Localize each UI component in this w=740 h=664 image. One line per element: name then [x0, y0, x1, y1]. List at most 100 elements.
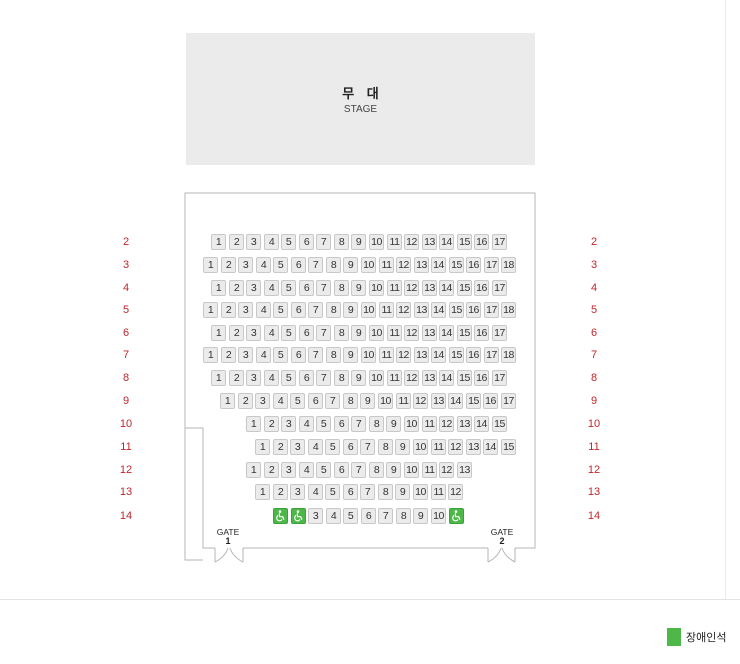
seat-row8-5[interactable]: 5: [281, 370, 296, 386]
seat-row3-18[interactable]: 18: [501, 257, 516, 273]
seat-row4-7[interactable]: 7: [316, 280, 331, 296]
seat-row9-14[interactable]: 14: [448, 393, 463, 409]
seat-row6-7[interactable]: 7: [316, 325, 331, 341]
seat-row5-18[interactable]: 18: [501, 302, 516, 318]
seat-row14-4[interactable]: 4: [326, 508, 341, 524]
seat-row4-9[interactable]: 9: [351, 280, 366, 296]
seat-row13-6[interactable]: 6: [343, 484, 358, 500]
seat-row12-8[interactable]: 8: [369, 462, 384, 478]
seat-row8-16[interactable]: 16: [474, 370, 489, 386]
seat-row8-6[interactable]: 6: [299, 370, 314, 386]
seat-row4-13[interactable]: 13: [422, 280, 437, 296]
seat-row5-7[interactable]: 7: [308, 302, 323, 318]
seat-row3-16[interactable]: 16: [466, 257, 481, 273]
seat-row2-1[interactable]: 1: [211, 234, 226, 250]
seat-row11-14[interactable]: 14: [483, 439, 498, 455]
seat-row10-5[interactable]: 5: [316, 416, 331, 432]
seat-row10-15[interactable]: 15: [492, 416, 507, 432]
seat-row2-16[interactable]: 16: [474, 234, 489, 250]
seat-row3-1[interactable]: 1: [203, 257, 218, 273]
seat-row2-9[interactable]: 9: [351, 234, 366, 250]
seat-row3-13[interactable]: 13: [414, 257, 429, 273]
seat-row12-4[interactable]: 4: [299, 462, 314, 478]
seat-row2-10[interactable]: 10: [369, 234, 384, 250]
seat-row4-10[interactable]: 10: [369, 280, 384, 296]
seat-row4-11[interactable]: 11: [387, 280, 402, 296]
seat-row3-4[interactable]: 4: [256, 257, 271, 273]
seat-row7-6[interactable]: 6: [291, 347, 306, 363]
seat-row13-7[interactable]: 7: [360, 484, 375, 500]
seat-row11-4[interactable]: 4: [308, 439, 323, 455]
seat-row11-2[interactable]: 2: [273, 439, 288, 455]
seat-row5-13[interactable]: 13: [414, 302, 429, 318]
seat-row7-15[interactable]: 15: [449, 347, 464, 363]
seat-row6-16[interactable]: 16: [474, 325, 489, 341]
seat-row13-4[interactable]: 4: [308, 484, 323, 500]
seat-row6-15[interactable]: 15: [457, 325, 472, 341]
seat-row13-2[interactable]: 2: [273, 484, 288, 500]
seat-row12-5[interactable]: 5: [316, 462, 331, 478]
seat-row5-15[interactable]: 15: [449, 302, 464, 318]
seat-row7-11[interactable]: 11: [379, 347, 394, 363]
seat-row7-1[interactable]: 1: [203, 347, 218, 363]
seat-row5-16[interactable]: 16: [466, 302, 481, 318]
seat-row2-15[interactable]: 15: [457, 234, 472, 250]
seat-row6-4[interactable]: 4: [264, 325, 279, 341]
seat-row10-2[interactable]: 2: [264, 416, 279, 432]
seat-row3-17[interactable]: 17: [484, 257, 499, 273]
seat-row8-8[interactable]: 8: [334, 370, 349, 386]
seat-row5-14[interactable]: 14: [431, 302, 446, 318]
seat-row3-9[interactable]: 9: [343, 257, 358, 273]
seat-row10-4[interactable]: 4: [299, 416, 314, 432]
seat-row2-17[interactable]: 17: [492, 234, 507, 250]
seat-row13-10[interactable]: 10: [413, 484, 428, 500]
seat-row13-5[interactable]: 5: [325, 484, 340, 500]
seat-row3-7[interactable]: 7: [308, 257, 323, 273]
seat-row4-1[interactable]: 1: [211, 280, 226, 296]
seat-row9-15[interactable]: 15: [466, 393, 481, 409]
seat-row12-6[interactable]: 6: [334, 462, 349, 478]
seat-row4-5[interactable]: 5: [281, 280, 296, 296]
seat-row4-2[interactable]: 2: [229, 280, 244, 296]
seat-row4-17[interactable]: 17: [492, 280, 507, 296]
seat-row14-8[interactable]: 8: [396, 508, 411, 524]
seat-row12-13[interactable]: 13: [457, 462, 472, 478]
seat-row7-16[interactable]: 16: [466, 347, 481, 363]
seat-row4-8[interactable]: 8: [334, 280, 349, 296]
seat-row6-13[interactable]: 13: [422, 325, 437, 341]
seat-row9-13[interactable]: 13: [431, 393, 446, 409]
seat-row6-5[interactable]: 5: [281, 325, 296, 341]
seat-row9-10[interactable]: 10: [378, 393, 393, 409]
seat-row6-8[interactable]: 8: [334, 325, 349, 341]
seat-row8-17[interactable]: 17: [492, 370, 507, 386]
seat-row14-7[interactable]: 7: [378, 508, 393, 524]
seat-row3-2[interactable]: 2: [221, 257, 236, 273]
seat-row10-12[interactable]: 12: [439, 416, 454, 432]
seat-row7-5[interactable]: 5: [273, 347, 288, 363]
seat-row5-4[interactable]: 4: [256, 302, 271, 318]
seat-row10-8[interactable]: 8: [369, 416, 384, 432]
seat-row5-10[interactable]: 10: [361, 302, 376, 318]
seat-row12-9[interactable]: 9: [386, 462, 401, 478]
seat-row11-1[interactable]: 1: [255, 439, 270, 455]
seat-row11-11[interactable]: 11: [431, 439, 446, 455]
accessible-seat[interactable]: [291, 508, 306, 524]
seat-row5-8[interactable]: 8: [326, 302, 341, 318]
seat-row9-16[interactable]: 16: [483, 393, 498, 409]
seat-row4-3[interactable]: 3: [246, 280, 261, 296]
seat-row7-18[interactable]: 18: [501, 347, 516, 363]
seat-row7-3[interactable]: 3: [238, 347, 253, 363]
seat-row9-11[interactable]: 11: [396, 393, 411, 409]
seat-row11-10[interactable]: 10: [413, 439, 428, 455]
seat-row4-16[interactable]: 16: [474, 280, 489, 296]
seat-row11-7[interactable]: 7: [360, 439, 375, 455]
seat-row14-5[interactable]: 5: [343, 508, 358, 524]
seat-row6-3[interactable]: 3: [246, 325, 261, 341]
seat-row2-8[interactable]: 8: [334, 234, 349, 250]
seat-row7-4[interactable]: 4: [256, 347, 271, 363]
seat-row7-9[interactable]: 9: [343, 347, 358, 363]
seat-row13-1[interactable]: 1: [255, 484, 270, 500]
seat-row10-11[interactable]: 11: [422, 416, 437, 432]
seat-row10-13[interactable]: 13: [457, 416, 472, 432]
seat-row2-12[interactable]: 12: [404, 234, 419, 250]
